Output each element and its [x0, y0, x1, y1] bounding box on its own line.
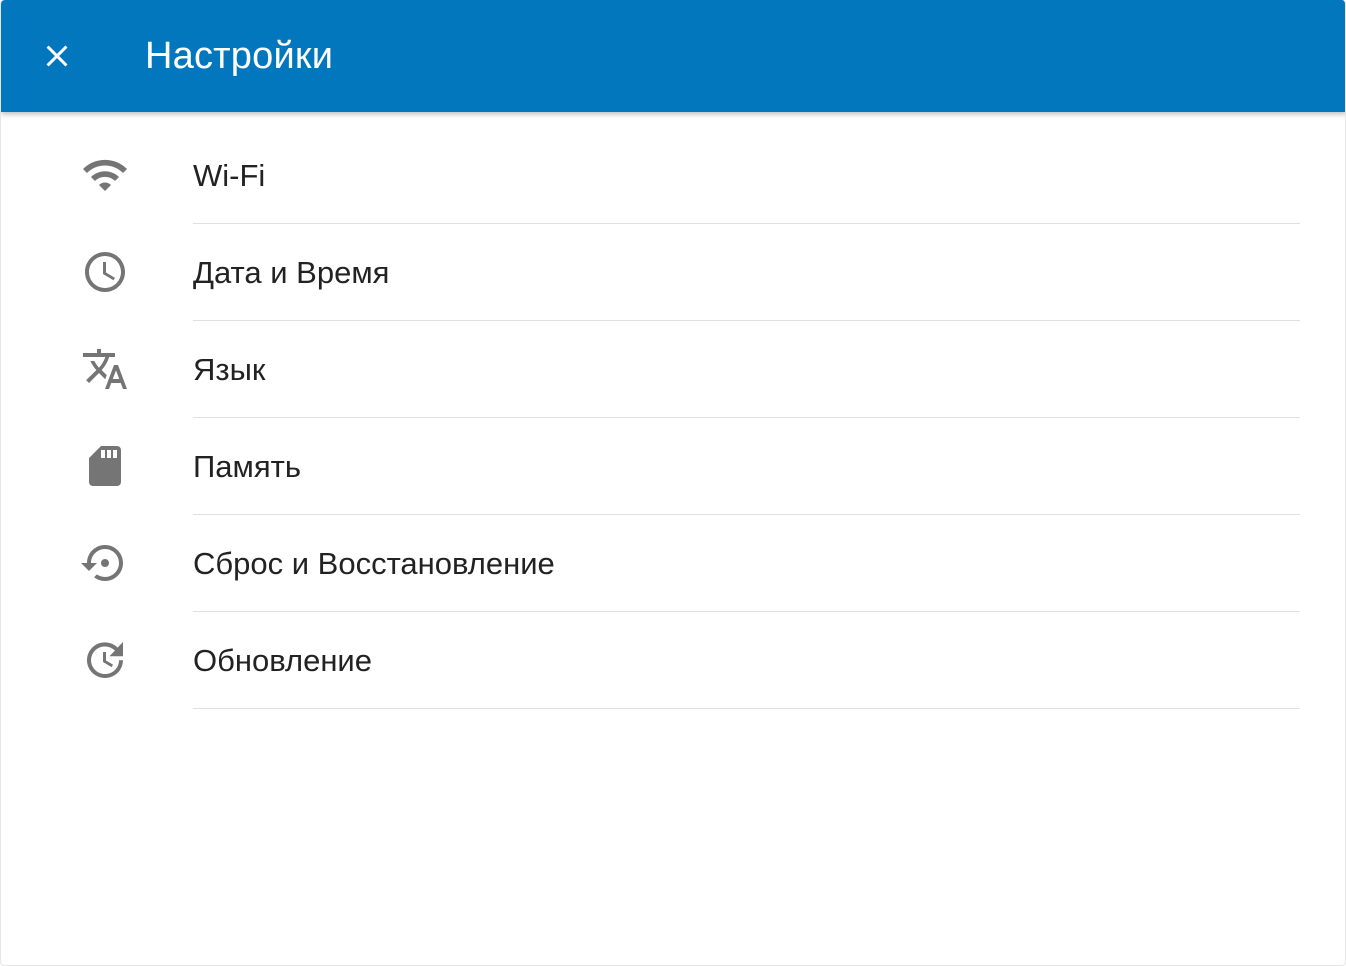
settings-item-memory[interactable]: Память: [1, 418, 1345, 515]
settings-item-wifi[interactable]: Wi-Fi: [1, 127, 1345, 224]
settings-item-label: Язык: [193, 352, 266, 387]
settings-list: Wi-Fi Дата и Время Язык Память Сброс и В…: [1, 127, 1345, 709]
close-button[interactable]: [27, 26, 87, 86]
page-title: Настройки: [145, 35, 334, 77]
wifi-icon: [75, 151, 135, 199]
translate-icon: [75, 345, 135, 393]
settings-item-label: Дата и Время: [193, 255, 390, 290]
sd-card-icon: [75, 442, 135, 490]
close-icon: [46, 45, 68, 67]
restore-icon: [75, 539, 135, 587]
settings-item-date-time[interactable]: Дата и Время: [1, 224, 1345, 321]
settings-item-language[interactable]: Язык: [1, 321, 1345, 418]
update-icon: [75, 636, 135, 684]
settings-item-label: Память: [193, 449, 301, 484]
settings-window: Настройки Wi-Fi Дата и Время Язык Память…: [0, 0, 1346, 966]
settings-item-label: Wi-Fi: [193, 158, 266, 193]
divider: [193, 708, 1300, 709]
settings-item-label: Сброс и Восстановление: [193, 546, 555, 581]
settings-item-update[interactable]: Обновление: [1, 612, 1345, 709]
settings-item-label: Обновление: [193, 643, 372, 678]
clock-icon: [75, 248, 135, 296]
settings-item-reset-restore[interactable]: Сброс и Восстановление: [1, 515, 1345, 612]
app-bar: Настройки: [1, 0, 1345, 112]
